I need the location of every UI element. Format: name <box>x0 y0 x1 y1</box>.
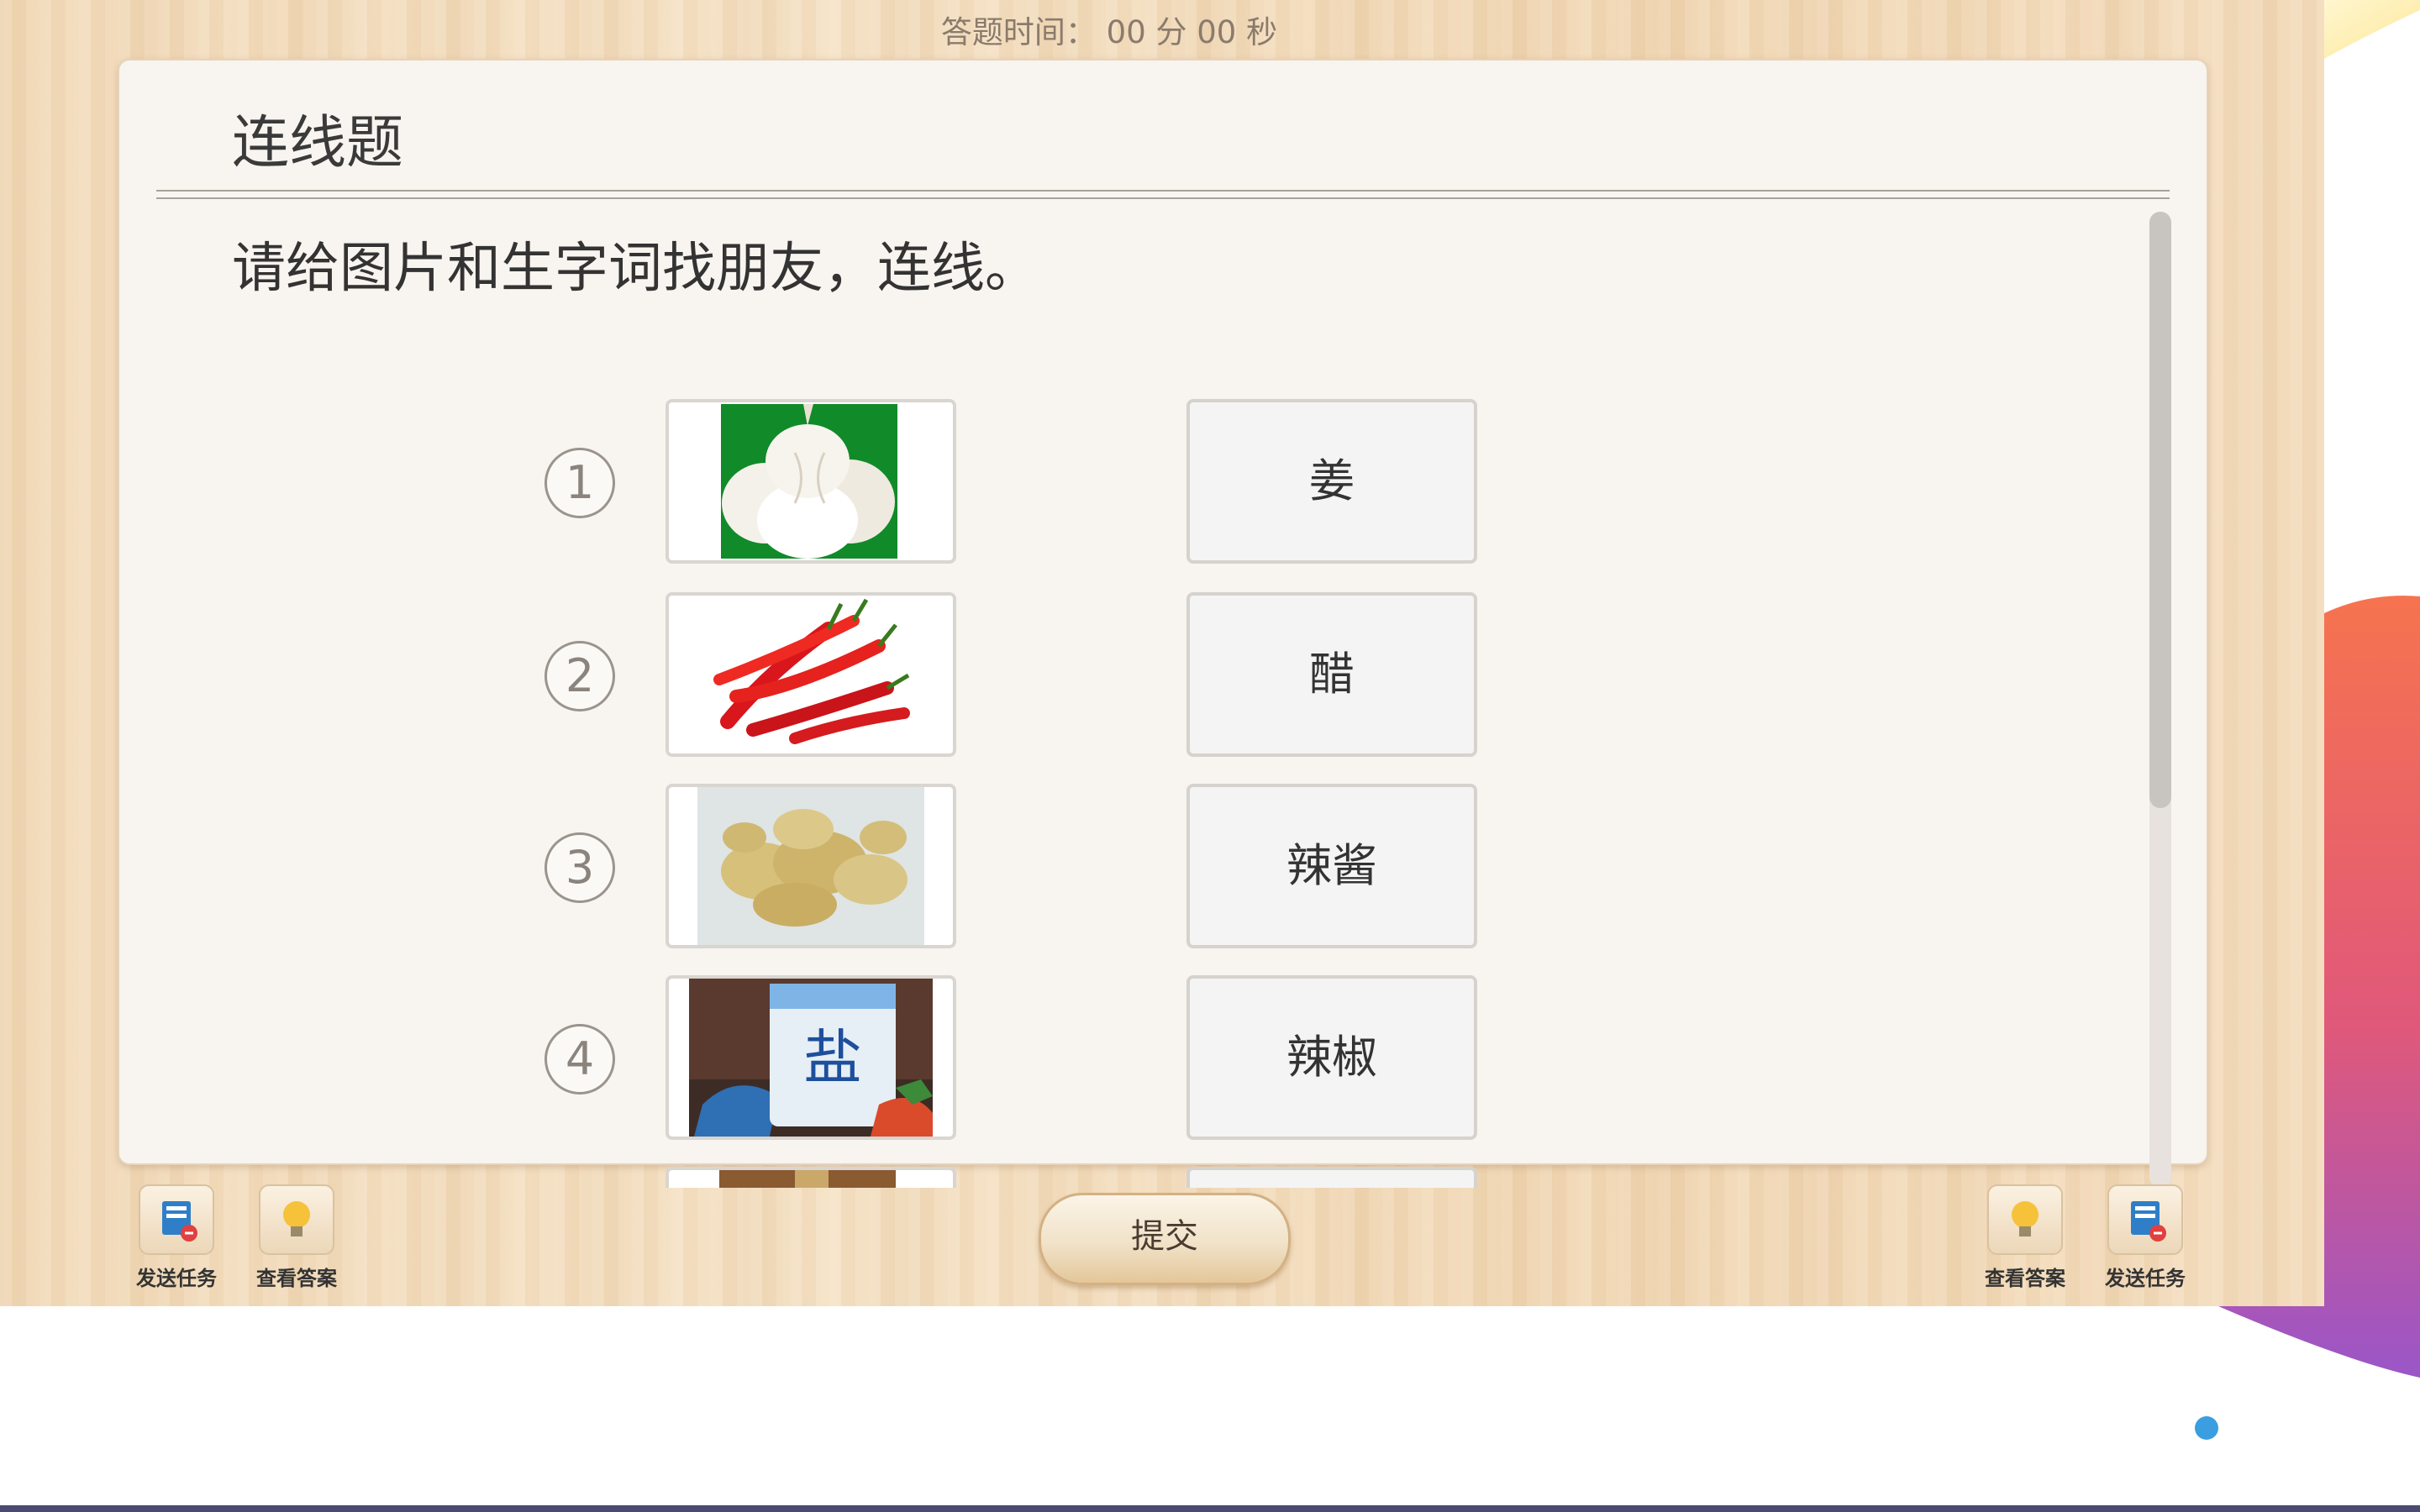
slide-decoration <box>2218 0 2420 1378</box>
slide-indicator-dot[interactable] <box>2195 1416 2218 1440</box>
bottom-border-line <box>0 1505 2420 1512</box>
